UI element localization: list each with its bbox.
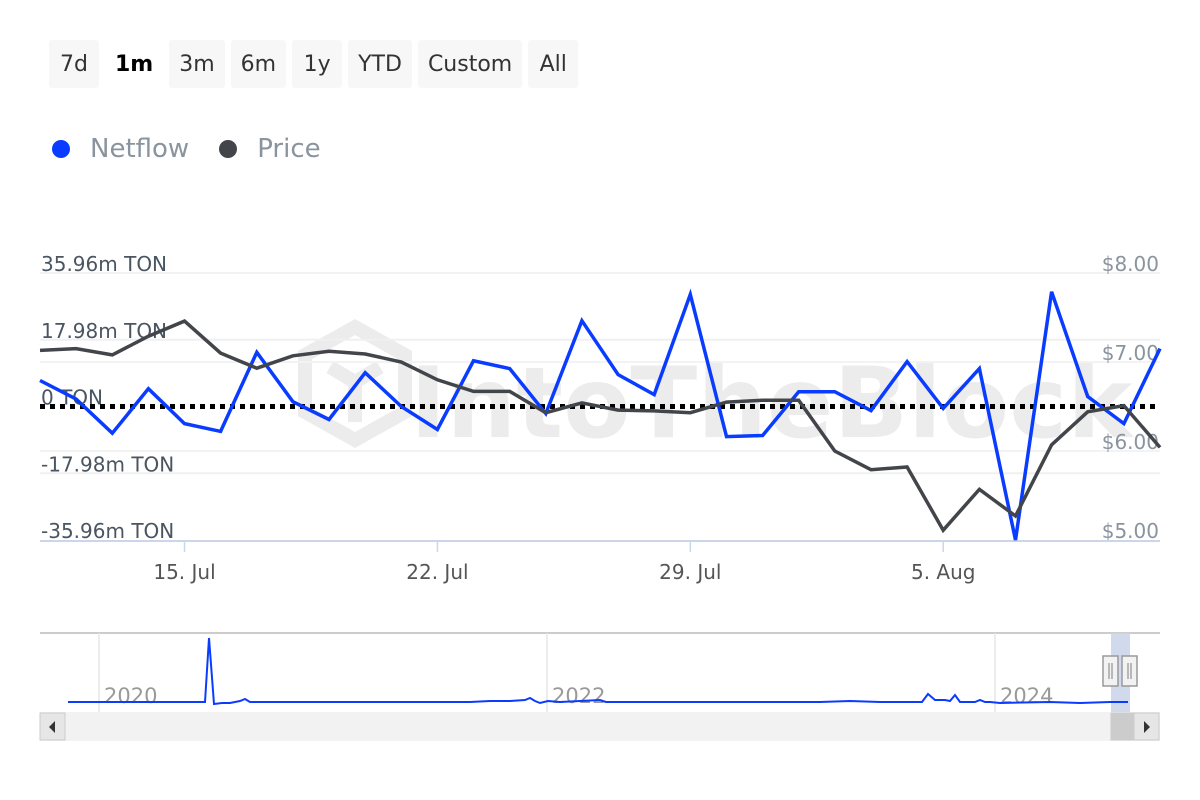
y-right-tick-label: $6.00	[1102, 430, 1159, 454]
navigator-year-label: 2024	[1000, 684, 1053, 708]
y-right-tick-label: $7.00	[1102, 341, 1159, 365]
navigator-handle-right[interactable]	[1121, 655, 1138, 687]
scrollbar-thumb[interactable]	[1110, 712, 1134, 741]
y-left-tick-label: 35.96m TON	[41, 252, 167, 276]
x-tick-label: 29. Jul	[659, 560, 721, 584]
handle-body[interactable]	[1121, 655, 1138, 687]
scrollbar-track[interactable]	[40, 712, 1160, 741]
y-left-tick-label: -35.96m TON	[41, 519, 174, 543]
chart: IntoTheBlock 35.96m TON17.98m TON0 TON-1…	[39, 252, 1162, 741]
navigator-year-label: 2020	[104, 684, 157, 708]
y-left-tick-label: -17.98m TON	[41, 452, 174, 476]
navigator-handle-left[interactable]	[1102, 655, 1119, 687]
x-tick-label: 22. Jul	[406, 560, 468, 584]
y-right-tick-label: $5.00	[1102, 519, 1159, 543]
y-right-tick-label: $8.00	[1102, 252, 1159, 276]
x-tick-label: 5. Aug	[911, 560, 976, 584]
y-left-tick-label: 17.98m TON	[41, 319, 167, 343]
x-tick-label: 15. Jul	[153, 560, 215, 584]
navigator-year-label: 2022	[552, 684, 605, 708]
handle-body[interactable]	[1102, 655, 1119, 687]
watermark: IntoTheBlock	[298, 318, 1135, 461]
